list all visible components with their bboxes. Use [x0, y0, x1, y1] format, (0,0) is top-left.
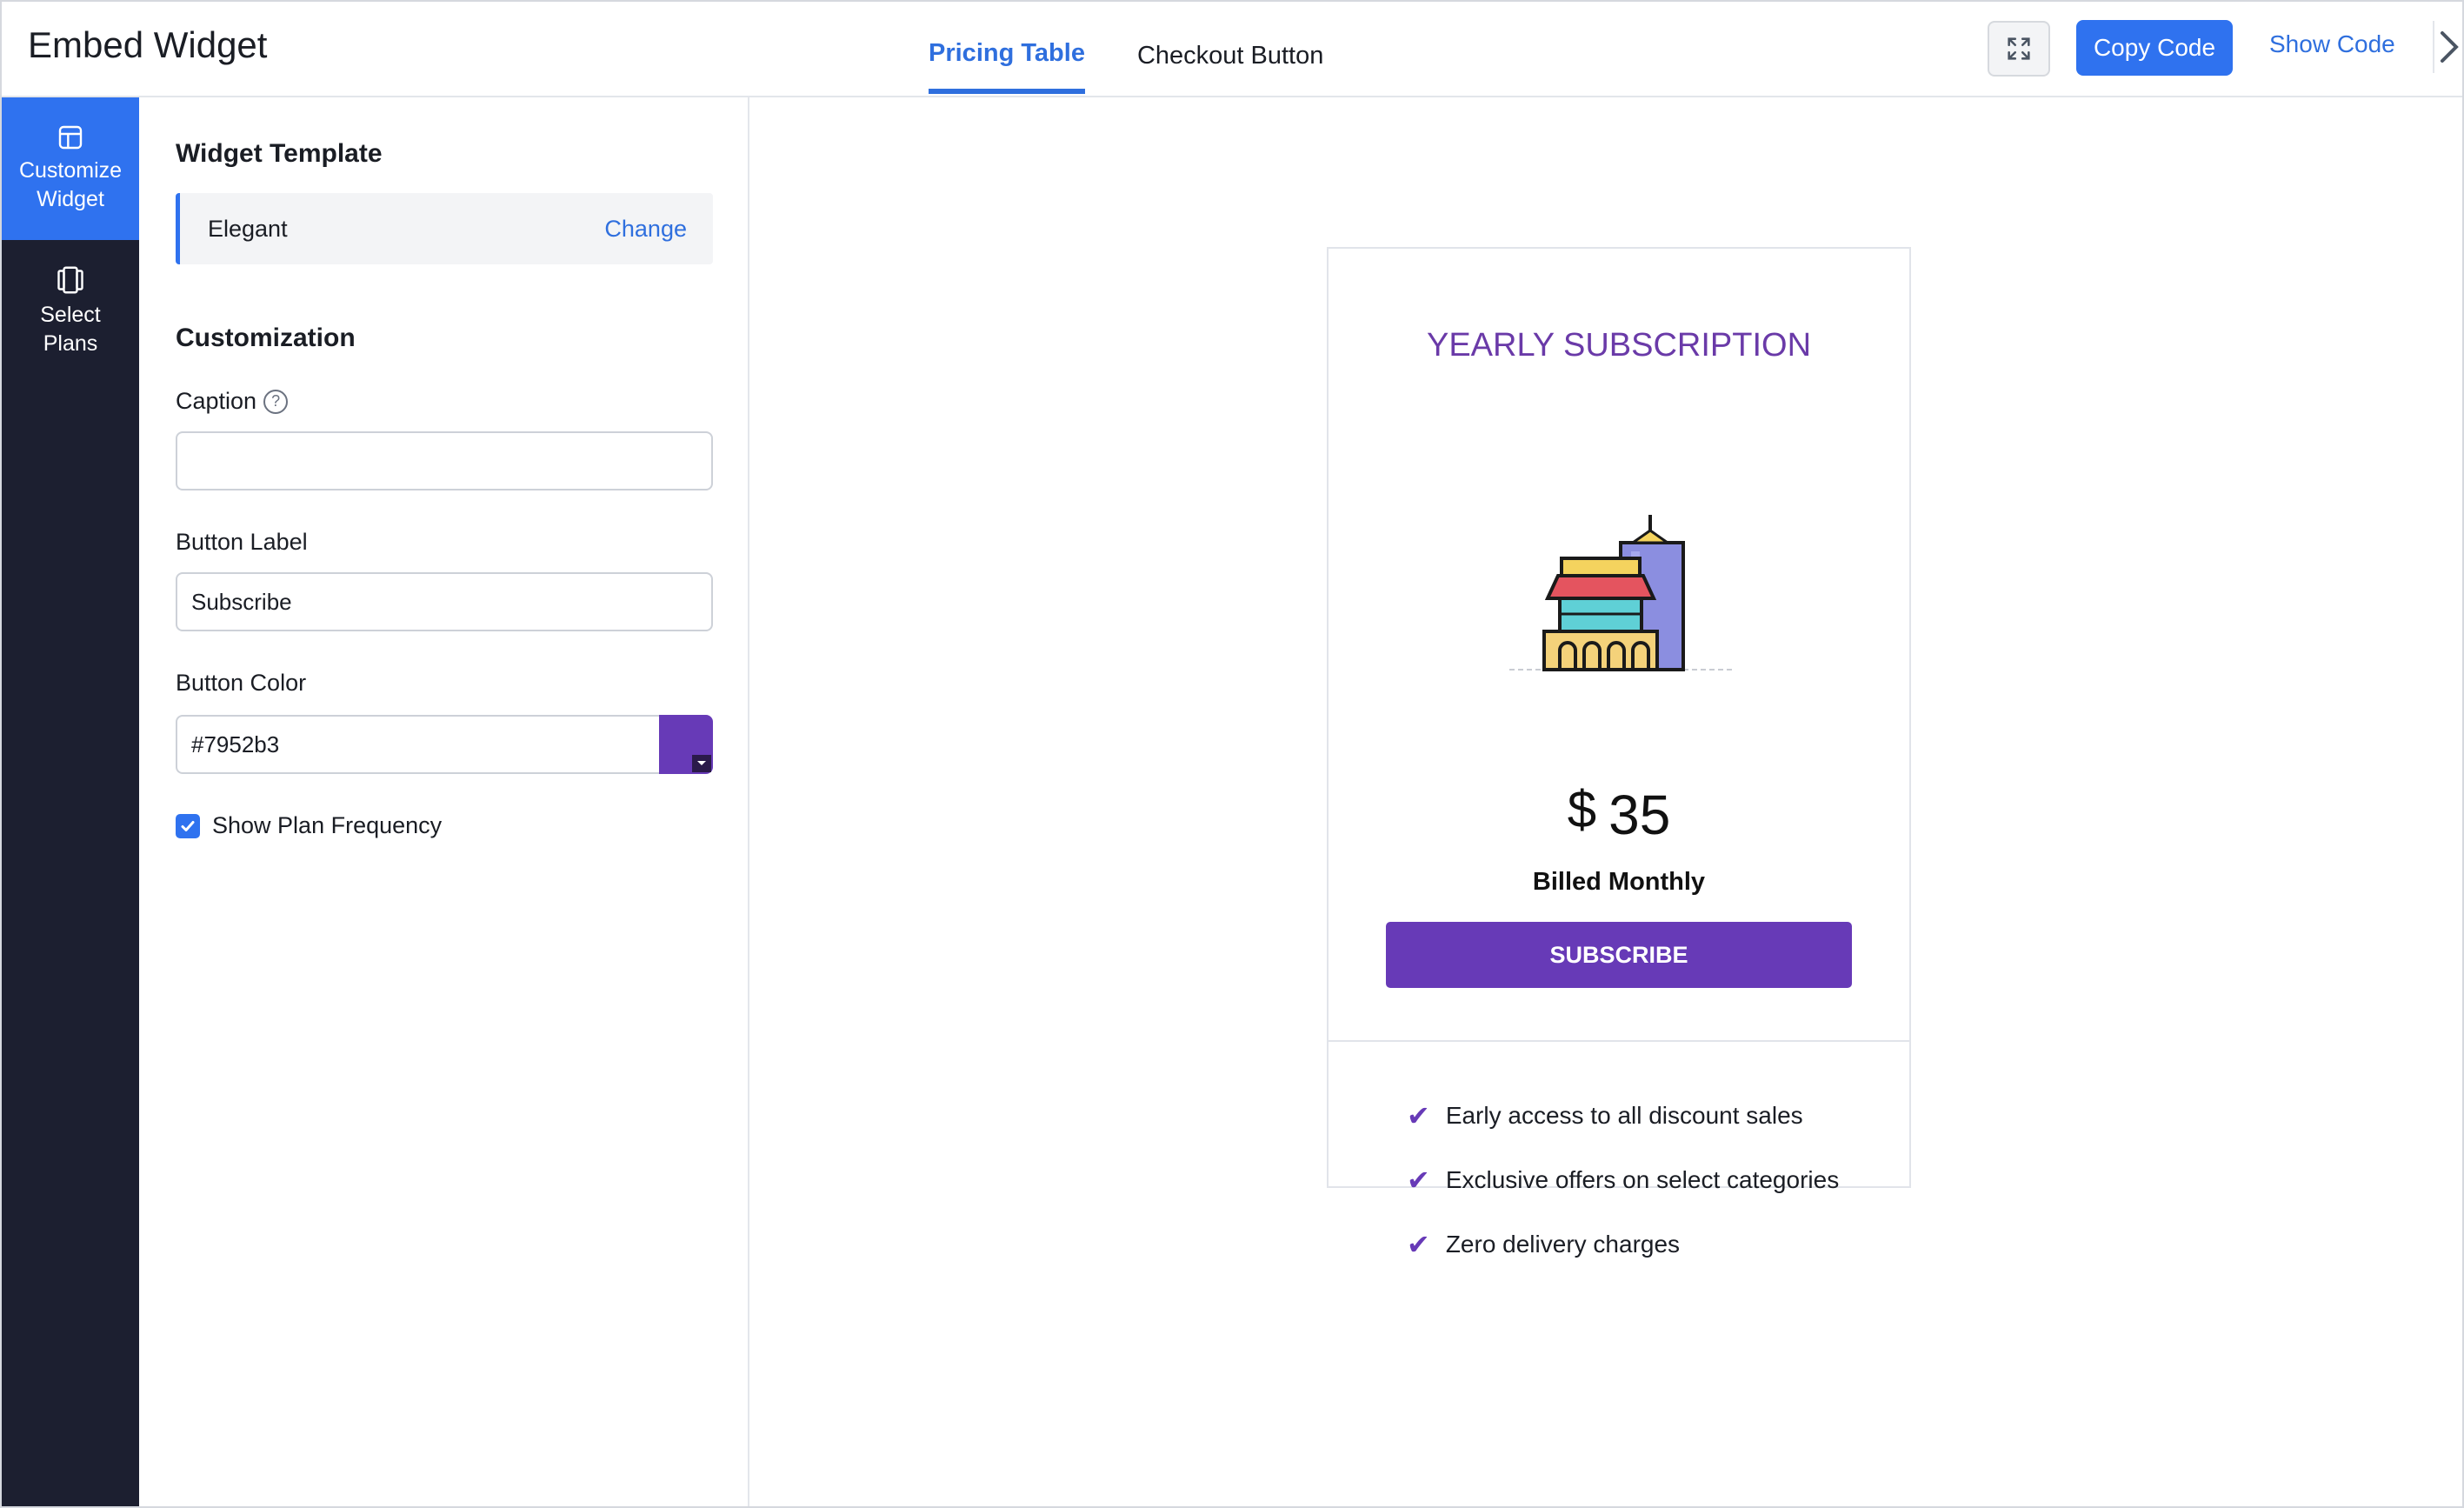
embed-widget-window: Embed Widget Pricing Table Checkout Butt…: [0, 0, 2464, 1508]
button-color-field: [176, 715, 713, 774]
tab-bar: Pricing Table Checkout Button: [929, 2, 1323, 97]
show-plan-frequency-label: Show Plan Frequency: [212, 812, 443, 838]
caption-input[interactable]: [176, 431, 713, 490]
show-plan-frequency-checkbox[interactable]: Show Plan Frequency: [176, 812, 442, 839]
copy-code-button[interactable]: Copy Code: [2076, 20, 2233, 76]
customization-heading: Customization: [176, 324, 356, 352]
chevron-right-icon: [2441, 31, 2459, 63]
caret-down-icon: [692, 755, 711, 772]
template-name: Elegant: [208, 216, 288, 242]
plans-icon: [57, 266, 83, 294]
feature-text: Zero delivery charges: [1445, 1231, 1681, 1258]
help-icon[interactable]: ?: [263, 389, 289, 414]
price-amount: 35: [1608, 784, 1671, 846]
building-illustration: [1509, 515, 1735, 671]
nav-label: Widget: [37, 187, 104, 211]
widget-preview: YEARLY SUBSCRIPTION $35 Billed Monthly S…: [749, 97, 2462, 1506]
close-panel-button[interactable]: [2433, 21, 2462, 73]
nav-customize-widget[interactable]: Customize Widget: [2, 97, 139, 240]
left-nav: Customize Widget Select Plans: [2, 97, 139, 1506]
caption-label-text: Caption: [176, 388, 257, 414]
divider: [1329, 1040, 1909, 1042]
check-icon: [181, 820, 195, 831]
template-selector: Elegant Change: [176, 193, 713, 264]
feature-list: ✔ Early access to all discount sales ✔ E…: [1407, 1084, 1839, 1277]
button-label-label: Button Label: [176, 529, 308, 555]
checkbox-checked[interactable]: [176, 813, 200, 838]
expand-icon: [2008, 37, 2030, 60]
customization-panel: Widget Template Elegant Change Customiza…: [139, 97, 749, 1506]
feature-text: Early access to all discount sales: [1445, 1102, 1803, 1129]
feature-item: ✔ Zero delivery charges: [1407, 1212, 1839, 1277]
plan-name: YEARLY SUBSCRIPTION: [1426, 327, 1812, 364]
header: Embed Widget Pricing Table Checkout Butt…: [2, 2, 2462, 97]
page-title: Embed Widget: [28, 24, 268, 65]
nav-label: Plans: [43, 331, 98, 356]
color-picker-swatch[interactable]: [659, 715, 713, 774]
subscribe-button[interactable]: SUBSCRIBE: [1386, 922, 1852, 988]
currency-symbol: $: [1567, 780, 1597, 838]
nav-label: Select: [40, 303, 101, 327]
caption-label: Caption ?: [176, 388, 289, 415]
change-template-link[interactable]: Change: [604, 216, 687, 243]
button-color-input[interactable]: [176, 715, 659, 774]
button-label-input[interactable]: [176, 572, 713, 631]
show-code-link[interactable]: Show Code: [2269, 30, 2395, 58]
feature-item: ✔ Early access to all discount sales: [1407, 1084, 1839, 1148]
billing-frequency: Billed Monthly: [1532, 868, 1706, 896]
checkmark-icon: ✔: [1407, 1229, 1430, 1260]
button-color-label: Button Color: [176, 670, 307, 696]
widget-template-heading: Widget Template: [176, 139, 383, 168]
tab-checkout-button[interactable]: Checkout Button: [1137, 2, 1323, 96]
fullscreen-button[interactable]: [1988, 21, 2050, 77]
checkmark-icon: ✔: [1407, 1164, 1430, 1196]
layout-icon: [58, 125, 83, 150]
pricing-card: YEARLY SUBSCRIPTION $35 Billed Monthly S…: [1327, 247, 1911, 1260]
nav-select-plans[interactable]: Select Plans: [2, 240, 139, 383]
plan-price: $35: [1329, 779, 1909, 847]
checkmark-icon: ✔: [1407, 1100, 1430, 1131]
tab-pricing-table[interactable]: Pricing Table: [929, 2, 1085, 94]
feature-text: Exclusive offers on select categories: [1445, 1166, 1840, 1193]
feature-item: ✔ Exclusive offers on select categories: [1407, 1148, 1839, 1212]
nav-label: Customize: [18, 158, 123, 183]
